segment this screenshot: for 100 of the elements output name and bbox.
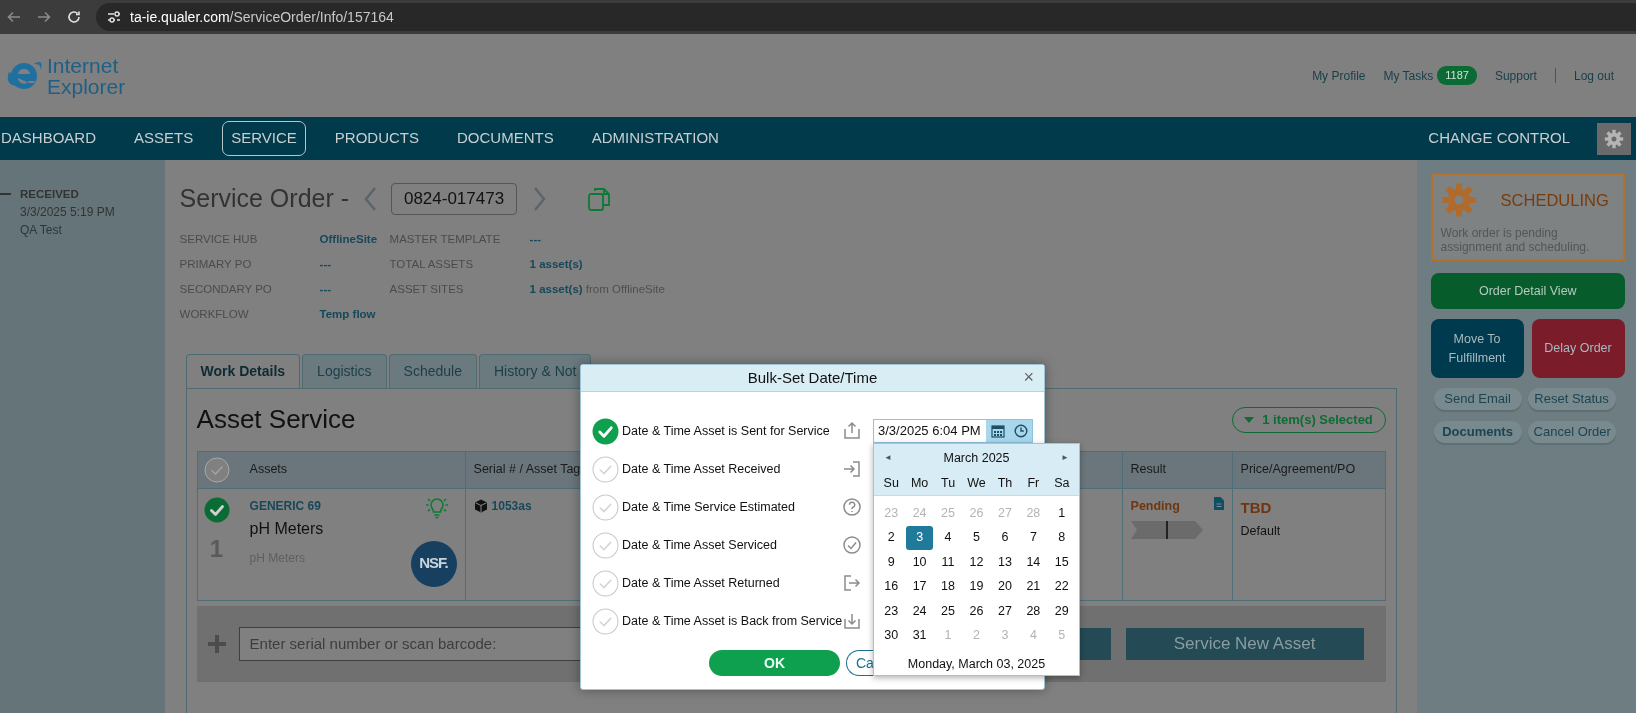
calendar-day[interactable]: 18 [934, 574, 962, 599]
previous-month-button[interactable]: ◄ [884, 452, 892, 464]
next-month-button[interactable]: ► [1061, 452, 1069, 464]
checkbox[interactable] [592, 493, 619, 521]
settings-button[interactable] [1597, 122, 1631, 155]
calendar-day[interactable]: 24 [906, 599, 933, 624]
back-icon[interactable] [6, 9, 22, 25]
agreement-name: Default [1240, 523, 1282, 540]
asset-name: pH Meters [249, 518, 325, 539]
action-button[interactable]: Move To Fulfillment [1430, 319, 1524, 378]
weekday-label: Th [996, 475, 1014, 492]
status-title: SCHEDULING [1500, 189, 1609, 211]
calendar-day[interactable]: 11 [934, 550, 962, 575]
nav-item[interactable]: ADMINISTRATION [582, 121, 728, 156]
nav-item[interactable]: DOCUMENTS [448, 121, 563, 156]
upload-icon [842, 421, 862, 441]
logo-text: Explorer [47, 75, 126, 97]
weekday-label: We [966, 475, 987, 492]
tab[interactable]: Work Details [185, 353, 301, 388]
row-checkbox[interactable] [203, 496, 230, 523]
nav-item[interactable]: SERVICE [222, 121, 306, 156]
nav-item[interactable]: PRODUCTS [325, 121, 428, 156]
timeline-status: RECEIVED [20, 187, 80, 202]
chevron-right-icon[interactable] [533, 185, 548, 212]
calendar-day[interactable]: 3 [906, 525, 933, 550]
lightbulb-icon[interactable] [424, 496, 449, 519]
column-header: Serial # / Asset Tag [473, 461, 581, 479]
nav-item[interactable]: ASSETS [125, 121, 203, 156]
calendar-day[interactable]: 1 [1048, 501, 1075, 526]
timeline-marker [0, 193, 11, 195]
forward-icon[interactable] [36, 9, 52, 25]
calendar-day[interactable]: 29 [1048, 599, 1075, 624]
checkbox[interactable] [592, 417, 619, 445]
calendar-day[interactable]: 12 [963, 550, 990, 575]
calendar-day[interactable]: 30 [878, 623, 905, 648]
order-number-field[interactable]: 0824-017473 [391, 182, 518, 215]
chevron-left-icon[interactable] [363, 185, 378, 212]
field-label: Date & Time Asset Received [622, 460, 782, 478]
calendar-day[interactable]: 19 [963, 574, 990, 599]
calendar-day[interactable]: 22 [1048, 574, 1075, 599]
time-button[interactable] [1009, 420, 1032, 442]
calendar-day[interactable]: 15 [1048, 550, 1075, 575]
selected-date-label: Monday, March 03, 2025 [906, 656, 1047, 673]
close-button[interactable]: × [1021, 367, 1036, 387]
checkbox[interactable] [592, 569, 619, 597]
field-label: Date & Time Service Estimated [622, 498, 796, 516]
select-all-checkbox[interactable] [203, 456, 230, 483]
nav-item[interactable]: CHANGE CONTROL [1419, 121, 1579, 156]
calendar-button[interactable] [986, 420, 1009, 442]
clock-icon [1013, 424, 1028, 438]
cancel-button[interactable]: Ca [846, 650, 874, 676]
calendar-day[interactable]: 21 [1020, 574, 1047, 599]
calendar-day[interactable]: 10 [906, 550, 933, 575]
calendar-day[interactable]: 2 [878, 525, 905, 550]
checkbox[interactable] [592, 531, 619, 559]
calendar-day[interactable]: 4 [934, 525, 962, 550]
site-settings-icon[interactable] [106, 9, 122, 25]
cube-icon [473, 498, 488, 513]
checkbox[interactable] [592, 607, 619, 635]
calendar-day[interactable]: 27 [991, 599, 1019, 624]
action-button[interactable]: Order Detail View [1430, 273, 1625, 309]
calendar-day[interactable]: 20 [991, 574, 1019, 599]
calendar-day[interactable]: 13 [991, 550, 1019, 575]
add-icon[interactable] [206, 633, 227, 654]
document-icon[interactable] [1213, 496, 1224, 510]
calendar-day[interactable]: 6 [991, 525, 1019, 550]
calendar-day[interactable]: 23 [878, 599, 905, 624]
reload-icon[interactable] [66, 9, 82, 25]
copy-icon[interactable] [587, 185, 612, 212]
weekday-label: Sa [1053, 475, 1071, 492]
date-time-field[interactable]: 3/3/2025 6:04 PM [873, 419, 1033, 443]
calendar-day[interactable]: 16 [878, 574, 905, 599]
calendar-day[interactable]: 31 [906, 623, 933, 648]
export-icon [842, 573, 862, 593]
calendar-day[interactable]: 26 [963, 599, 990, 624]
column-header: Price/Agreement/PO [1240, 461, 1356, 479]
field-value: --- [319, 257, 333, 273]
action-button[interactable]: Delay Order [1531, 319, 1625, 378]
calendar-day[interactable]: 8 [1048, 525, 1075, 550]
calendar-day[interactable]: 14 [1020, 550, 1047, 575]
month-title[interactable]: March 2025 [943, 448, 1010, 468]
checkbox[interactable] [592, 455, 619, 483]
nav-item[interactable]: DASHBOARD [0, 121, 106, 156]
address-url[interactable]: ta-ie.qualer.com/ServiceOrder/Info/157164 [130, 6, 394, 28]
field-label: Date & Time Asset Returned [622, 574, 781, 592]
page-title: Service Order - [179, 183, 350, 214]
dialog-title: Bulk-Set Date/Time [747, 367, 878, 388]
gear-icon [1440, 182, 1477, 218]
calendar-day[interactable]: 17 [906, 574, 933, 599]
weekday-label: Fr [1026, 475, 1041, 492]
check-circle-icon [842, 535, 862, 555]
settings-icon [1604, 128, 1624, 149]
timeline-date: 3/3/2025 5:19 PM [20, 204, 115, 222]
timeline-user: QA Test [20, 222, 63, 240]
calendar-day[interactable]: 28 [1020, 599, 1047, 624]
calendar-day[interactable]: 5 [963, 525, 990, 550]
calendar-day[interactable]: 9 [878, 550, 905, 575]
calendar-day[interactable]: 25 [934, 599, 962, 624]
field-value: Temp flow [319, 307, 377, 323]
calendar-day[interactable]: 7 [1020, 525, 1047, 550]
